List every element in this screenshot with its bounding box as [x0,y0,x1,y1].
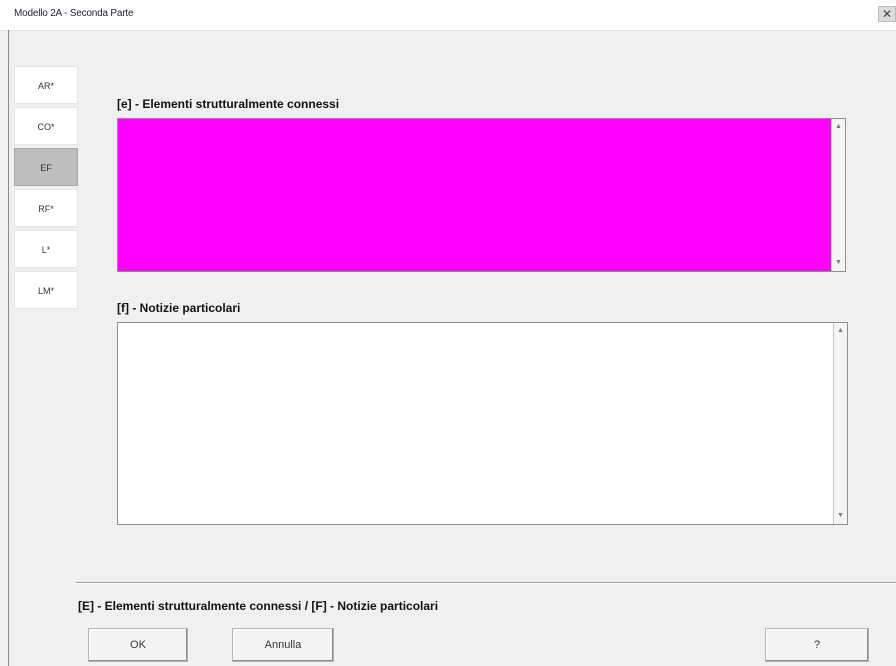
scroll-down-icon[interactable]: ▼ [832,257,845,269]
footer-divider [76,582,896,584]
notizie-particolari-value [118,323,847,331]
elementi-connessi-value [118,119,845,127]
window-frame-left [8,30,9,666]
help-button[interactable]: ? [765,628,869,662]
tab-lm[interactable]: LM* [14,271,78,309]
section-e-label: [e] - Elementi strutturalmente connessi [117,97,340,111]
tab-ef[interactable]: EF [14,148,78,186]
vertical-scrollbar[interactable]: ▲ ▼ [833,323,847,524]
scroll-up-icon[interactable]: ▲ [834,325,847,337]
notizie-particolari-textarea[interactable]: ▲ ▼ [117,322,848,525]
ok-button[interactable]: OK [88,628,188,662]
status-text: [E] - Elementi strutturalmente connessi … [78,599,439,613]
title-bar: Modello 2A - Seconda Parte ✕ [0,0,896,31]
close-icon[interactable]: ✕ [878,6,896,22]
section-f-label: [f] - Notizie particolari [117,301,241,315]
vertical-scrollbar[interactable]: ▲ ▼ [831,119,845,271]
tab-strip: AR* CO* EF RF* L* LM* [14,66,78,312]
window-title: Modello 2A - Seconda Parte [14,8,134,19]
scroll-up-icon[interactable]: ▲ [832,121,845,133]
tab-ar[interactable]: AR* [14,66,78,104]
scroll-down-icon[interactable]: ▼ [834,510,847,522]
elementi-connessi-textarea[interactable]: ▲ ▼ [117,118,846,272]
tab-rf[interactable]: RF* [14,189,78,227]
cancel-button[interactable]: Annulla [232,628,334,662]
tab-co[interactable]: CO* [14,107,78,145]
tab-l[interactable]: L* [14,230,78,268]
